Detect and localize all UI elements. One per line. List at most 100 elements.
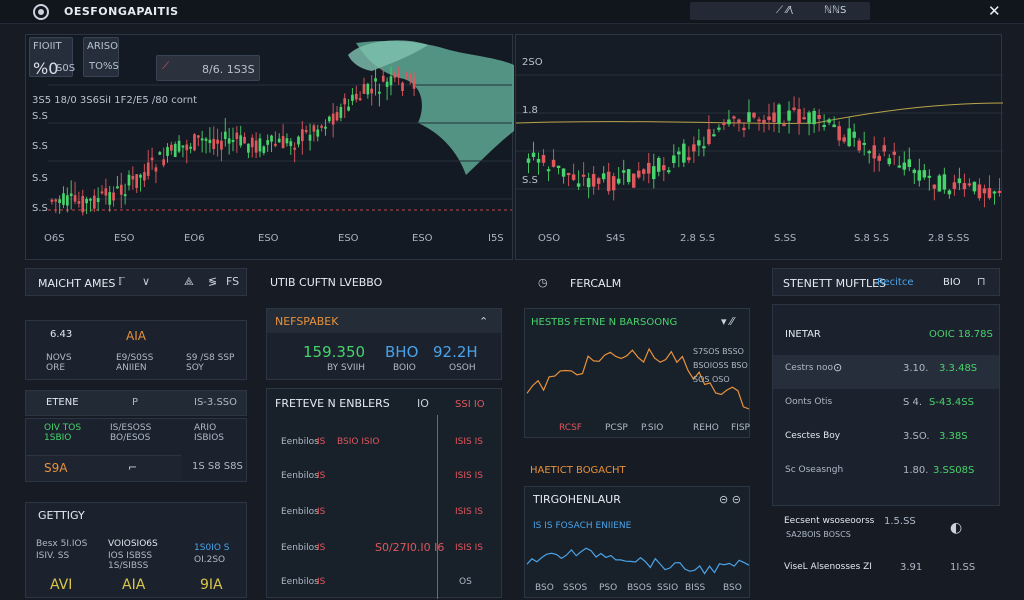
stenett-row-value: 3.38S	[939, 431, 968, 442]
candle-body	[832, 124, 836, 128]
fretve-row-val: ISIS IS	[455, 437, 483, 447]
candle-body	[50, 199, 54, 202]
chevron-down-icon[interactable]: ∨	[142, 275, 150, 288]
secondary-candlestick-chart[interactable]: 2SO 1.8 S.S OSO S4S 2.8 S.S S.SS S.8 S.S…	[515, 34, 1003, 260]
stenett-row-label: Oonts Otis	[785, 397, 833, 407]
candle-body	[531, 152, 536, 157]
fretve-row-val: ISIS IS	[455, 543, 483, 553]
x-label: S.8 S.S	[854, 233, 889, 244]
getty-cell: ISIV. SS	[36, 551, 70, 561]
candle-body	[73, 195, 77, 202]
candle-body	[116, 186, 119, 189]
fretve-row-label: Eenbilos	[281, 543, 319, 553]
candle-body	[393, 73, 397, 78]
candle-body	[119, 184, 123, 195]
candle-body	[281, 136, 285, 149]
stenett-row-label: INETAR	[785, 329, 821, 340]
candle-body	[223, 131, 227, 139]
y-label: S.S	[522, 175, 538, 186]
refresh-icon[interactable]: ◷	[538, 276, 548, 289]
stenett-header: STENETT MUFTLES Recitce BIO ⊓	[772, 268, 1000, 296]
candle-body	[312, 125, 316, 132]
market-card-1[interactable]: 6.43 AIA NOVS ORE E9/S0SS ANIIEN S9 /S8 …	[25, 320, 247, 380]
tab-bio[interactable]: BIO	[943, 277, 961, 288]
candle-body	[571, 174, 576, 180]
fercalm-panel[interactable]: HESTBS FETNE N BARSOONG ▾ ⁄⁄ S7SOS BSSO …	[524, 308, 750, 438]
market-card-3[interactable]: OIV TOS 1SBIO IS/ESOSS BO/ESOS ARIO ISBI…	[25, 418, 247, 482]
candle-body	[262, 146, 266, 153]
candle-body	[947, 190, 952, 195]
io-icon[interactable]: IO	[417, 397, 429, 410]
candle-body	[647, 162, 651, 174]
candle-body	[216, 139, 219, 144]
candle-body	[887, 158, 892, 165]
stenett-bottom-label: Eecsent wsoseoorss	[784, 516, 875, 526]
settings-icon[interactable]: ▾ ⁄⁄	[721, 315, 734, 328]
market-card-2[interactable]: ETENE P IS-3.SSO	[25, 390, 247, 416]
top-control-label[interactable]: ℕℕS	[824, 5, 846, 16]
candle-body	[717, 127, 721, 130]
habit-panel[interactable]: TIRGOHENLAUR ⊝ ⊝ IS IS FOSACH ENIIENE BS…	[524, 486, 750, 598]
lock-icon[interactable]: ⊓	[977, 275, 986, 288]
fretve-row-val: ISIS IS	[455, 471, 483, 481]
candle-body	[952, 182, 957, 189]
chart-type-icon: ⌐	[128, 461, 138, 474]
main-candlestick-chart[interactable]: FIOIIT %0 S0S ARISO TO%S ⟋ 8/6. 1S3S 3S5…	[25, 34, 514, 260]
legend-item: SOS OSO	[693, 375, 730, 384]
candle-body	[662, 165, 666, 171]
x-label: BSOS	[627, 583, 652, 593]
candle-body	[208, 139, 212, 144]
x-label: S.SS	[774, 233, 797, 244]
top-control-strip[interactable]: ⟋ ⁄⁄\ ℕℕS	[690, 2, 870, 20]
toggle-icon[interactable]: ◐	[950, 520, 962, 536]
candle-body	[304, 130, 308, 133]
info-icon[interactable]: ⊝ ⊝	[719, 493, 741, 506]
candle-body	[347, 106, 350, 111]
getty-big-value: 9IA	[200, 577, 223, 593]
fs-icon[interactable]: FS	[226, 275, 239, 288]
getty-title: GETTIGY	[38, 509, 85, 522]
utb-panel[interactable]: NEFSPABEK ⌃ 159.350 BHO 92.2H BY SVIIH B…	[266, 308, 502, 380]
getty-panel: GETTIGY Besx 5I.IOS ISIV. SS AVI VOIOSIO…	[25, 502, 247, 598]
candle-body	[293, 147, 296, 150]
fretve-row-val: IS	[317, 577, 326, 587]
fretve-row-label: Eenbilos	[281, 577, 319, 587]
price-trend-icon: ⟋	[162, 61, 169, 72]
chart-type-icon[interactable]: ℾ	[118, 275, 125, 288]
compare-icon[interactable]: ≶	[208, 275, 217, 288]
candle-body	[586, 178, 591, 188]
stenett-row-change: 3.SO.	[903, 431, 930, 442]
x-label: ESO	[338, 233, 359, 244]
habit-title: HAETICT BOGACHT	[530, 465, 626, 476]
candle-body	[370, 88, 374, 94]
candle-body	[872, 145, 876, 159]
candle-body	[258, 138, 262, 152]
x-label: 2.8 S.SS	[928, 233, 970, 244]
market-symbol: AIA	[126, 329, 146, 343]
candle-body	[358, 98, 362, 101]
chevron-icon[interactable]: ⌃	[479, 315, 488, 328]
candle-body	[131, 175, 135, 180]
candle-body	[702, 146, 706, 149]
utb-subtitle: NEFSPABEK	[275, 315, 339, 328]
tab-recitce[interactable]: Recitce	[877, 277, 914, 288]
candle-body	[289, 141, 293, 147]
market-cell: ARIO ISBIOS	[194, 423, 224, 443]
draw-tool-icon[interactable]: ⟁	[184, 275, 194, 289]
candle-body	[782, 124, 786, 127]
candle-body	[405, 73, 408, 76]
search-icon[interactable]: ⊙	[833, 361, 842, 374]
candle-body	[932, 184, 937, 189]
x-label: ESO	[412, 233, 433, 244]
candle-body	[146, 162, 150, 176]
candle-body	[576, 183, 581, 187]
habit-line-plot	[526, 547, 750, 575]
candle-body	[351, 94, 354, 101]
chart-tool-icon[interactable]: ⟋ ⁄⁄\	[776, 5, 793, 16]
fretve-row-val: OS	[459, 577, 472, 587]
candle-body	[385, 81, 389, 87]
close-icon[interactable]: ✕	[988, 2, 1001, 20]
candle-body	[69, 193, 73, 197]
habit-subtitle: TIRGOHENLAUR	[533, 493, 621, 506]
chart-info: 3S5 18/0 3S6SiI 1F2/E5 /80 cornt	[32, 95, 197, 106]
